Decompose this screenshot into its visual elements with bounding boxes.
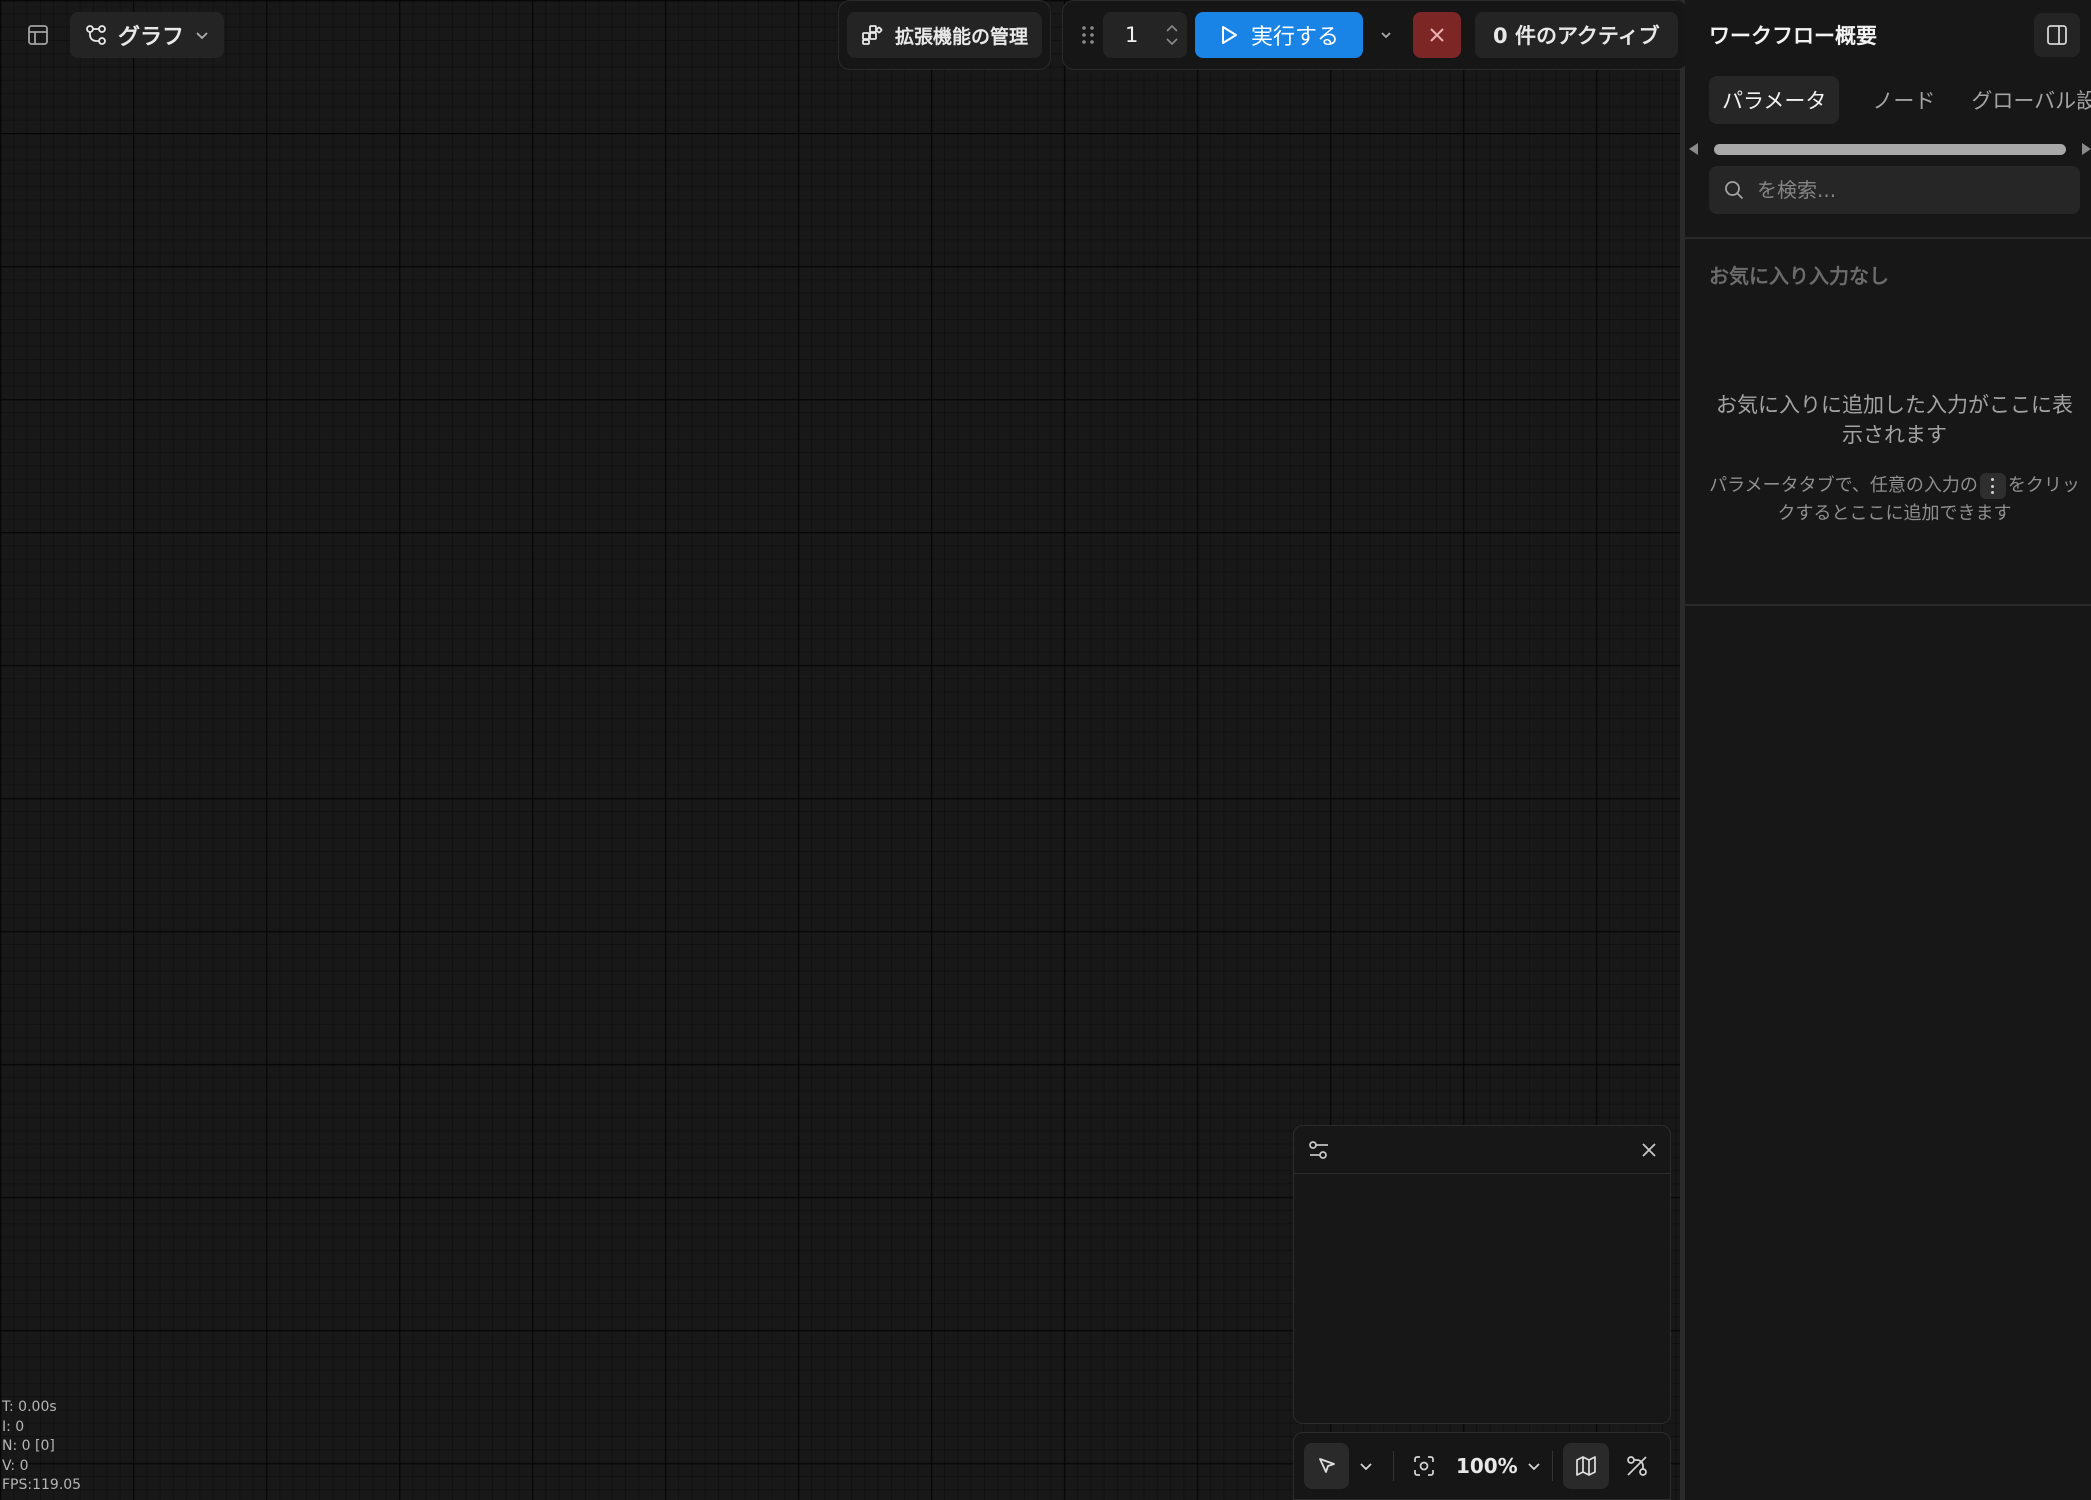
favorites-empty-title: お気に入りに追加した入力がここに表示されます — [1716, 393, 2073, 447]
minimap-header — [1294, 1126, 1670, 1174]
settings-sliders-icon[interactable] — [1308, 1139, 1330, 1161]
tab-nodes[interactable]: ノード — [1859, 76, 1948, 124]
more-options-icon — [1979, 473, 2006, 499]
favorites-empty-hint: パラメータタブで、任意の入力の をクリックするとここに追加できます — [1709, 472, 2080, 528]
scroll-right-arrow-icon[interactable] — [2082, 143, 2091, 155]
panel-tabs: パラメータ ノード グローバル設定 — [1709, 76, 2091, 124]
run-toolbar: 1 実行する 0 件のアクティブ — [1062, 0, 1689, 70]
manage-extensions-label: 拡張機能の管理 — [895, 25, 1029, 48]
scrollbar-thumb[interactable] — [1714, 144, 2066, 155]
close-icon[interactable] — [1640, 1141, 1658, 1159]
active-queue-label: 0 件のアクティブ — [1493, 24, 1660, 48]
chevron-down-icon — [1526, 1458, 1542, 1474]
graph-mode-select[interactable]: グラフ — [70, 12, 225, 58]
minimap-toggle-map-icon[interactable] — [1563, 1443, 1609, 1489]
scroll-left-arrow-icon[interactable] — [1689, 143, 1698, 155]
toggle-links-icon[interactable] — [1615, 1443, 1660, 1489]
active-queue-button[interactable]: 0 件のアクティブ — [1475, 12, 1678, 58]
chevron-down-icon[interactable] — [1165, 37, 1179, 47]
batch-count-value: 1 — [1125, 23, 1139, 47]
toolbar-separator — [1551, 1451, 1554, 1481]
workflow-icon — [84, 23, 108, 47]
cancel-run-button[interactable] — [1413, 12, 1462, 58]
divider — [1685, 604, 2091, 606]
zoom-level: 100% — [1455, 1454, 1518, 1478]
app-root: グラフ 拡張機能の管理 1 実行する 0 件のアクティブ ワークフロー概要 パラ… — [0, 0, 2091, 1500]
tab-parameters[interactable]: パラメータ — [1709, 76, 1840, 124]
drag-handle-icon[interactable] — [1073, 12, 1103, 58]
search-box — [1709, 166, 2080, 214]
chevron-down-icon — [194, 27, 210, 43]
batch-stepper — [1165, 23, 1179, 47]
stat-vertices: V: 0 — [2, 1457, 29, 1474]
graph-mode-label: グラフ — [118, 25, 185, 50]
toolbar-separator — [1392, 1451, 1395, 1481]
extensions-toolbar: 拡張機能の管理 — [838, 0, 1052, 70]
zoom-select[interactable]: 100% — [1456, 1443, 1542, 1489]
tab-global-settings[interactable]: グローバル設定 — [1958, 76, 2091, 124]
tabs-scrollbar[interactable] — [1689, 140, 2091, 158]
favorites-heading: お気に入り入力なし — [1709, 264, 1889, 288]
play-icon — [1219, 24, 1239, 46]
minimap-panel — [1293, 1125, 1671, 1424]
workflow-overview-panel: ワークフロー概要 パラメータ ノード グローバル設定 お気に入り入力 — [1685, 0, 2091, 1500]
run-label: 実行する — [1251, 25, 1340, 50]
stat-time: T: 0.00s — [2, 1399, 57, 1415]
top-left-controls: グラフ — [20, 12, 225, 58]
stat-iterations: I: 0 — [2, 1418, 25, 1435]
panel-toggle-icon[interactable] — [2034, 13, 2080, 57]
chevron-up-icon[interactable] — [1165, 23, 1179, 33]
search-icon — [1723, 179, 1745, 201]
fit-view-icon[interactable] — [1404, 1443, 1443, 1489]
manage-extensions-button[interactable]: 拡張機能の管理 — [847, 12, 1043, 58]
search-input[interactable] — [1757, 178, 2066, 202]
stat-fps: FPS:119.05 — [2, 1477, 82, 1493]
run-button[interactable]: 実行する — [1195, 12, 1364, 58]
divider — [1685, 237, 2091, 239]
canvas-toolbar: 100% — [1293, 1432, 1671, 1500]
stat-nodes: N: 0 [0] — [2, 1438, 55, 1454]
render-stats: T: 0.00s I: 0 N: 0 [0] V: 0 FPS:119.05 — [2, 1398, 81, 1496]
puzzle-icon — [861, 24, 883, 46]
panel-title: ワークフロー概要 — [1709, 24, 1877, 48]
left-sidebar-toggle-icon[interactable] — [20, 13, 56, 57]
run-options-chevron-icon[interactable] — [1369, 12, 1403, 58]
hint-text-before: パラメータタブで、任意の入力の — [1709, 475, 1978, 496]
batch-count-input[interactable]: 1 — [1103, 12, 1187, 58]
tool-options-chevron-icon[interactable] — [1349, 1443, 1383, 1489]
select-tool-cursor-icon[interactable] — [1304, 1443, 1350, 1489]
